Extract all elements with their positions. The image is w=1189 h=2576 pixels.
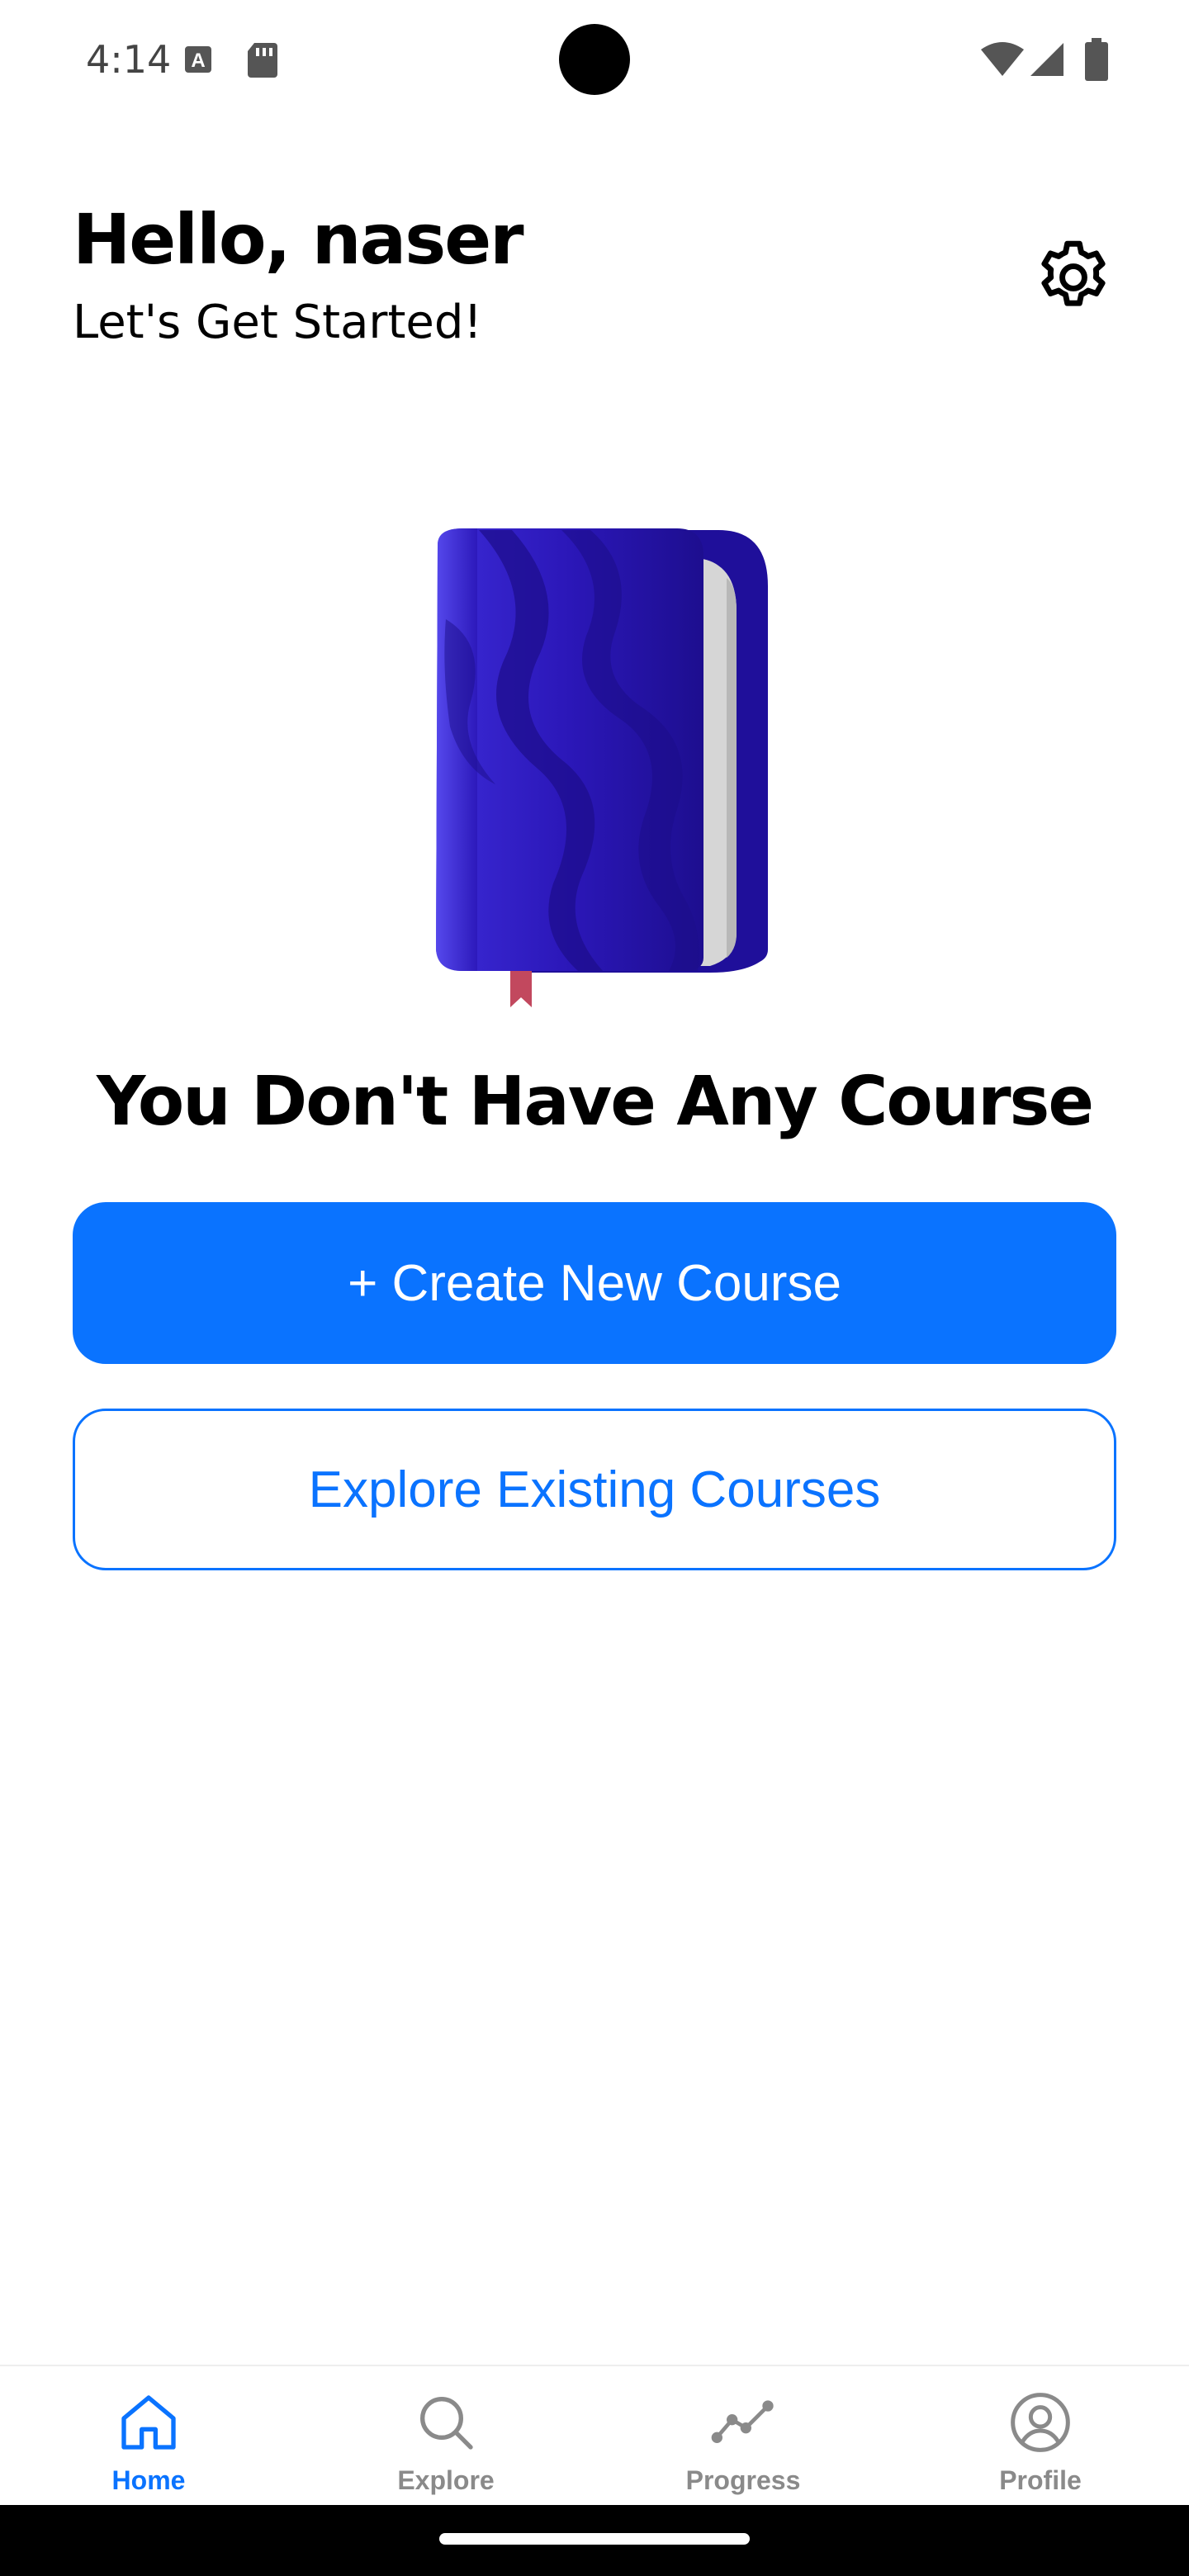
progress-icon [711,2400,774,2444]
greeting-title: Hello, naser [73,199,524,280]
battery-icon [1085,38,1108,81]
sd-card-icon [248,43,277,78]
status-time: 4:14 [86,37,172,82]
bottom-nav: Home Explore Progress Profile [0,2365,1189,2507]
cell-signal-icon [1030,43,1063,76]
greeting-subtitle: Let's Get Started! [73,296,482,349]
nav-label-explore: Explore [397,2465,495,2495]
book-icon [436,528,768,1007]
font-a-icon: A [185,46,211,73]
nav-item-explore[interactable]: Explore [297,2366,594,2507]
system-navigation-bar [0,2505,1189,2576]
front-camera [559,24,630,95]
nav-item-profile[interactable]: Profile [892,2366,1189,2507]
create-new-course-button[interactable]: + Create New Course [73,1202,1116,1364]
home-indicator[interactable] [439,2533,750,2545]
nav-item-home[interactable]: Home [0,2366,297,2507]
gear-icon [1041,240,1106,306]
wifi-icon [981,42,1024,76]
empty-state-title: You Don't Have Any Course [97,1063,1094,1141]
nav-label-profile: Profile [999,2465,1082,2495]
nav-label-home: Home [111,2465,186,2495]
home-icon [121,2395,176,2450]
status-bar: 4:14 A [0,0,1189,116]
search-icon [420,2397,473,2450]
profile-icon [1011,2393,1070,2452]
settings-button[interactable] [1030,234,1116,320]
nav-label-progress: Progress [685,2465,801,2495]
nav-item-progress[interactable]: Progress [594,2366,892,2507]
svg-text:A: A [191,50,205,72]
explore-existing-courses-button[interactable]: Explore Existing Courses [73,1409,1116,1570]
